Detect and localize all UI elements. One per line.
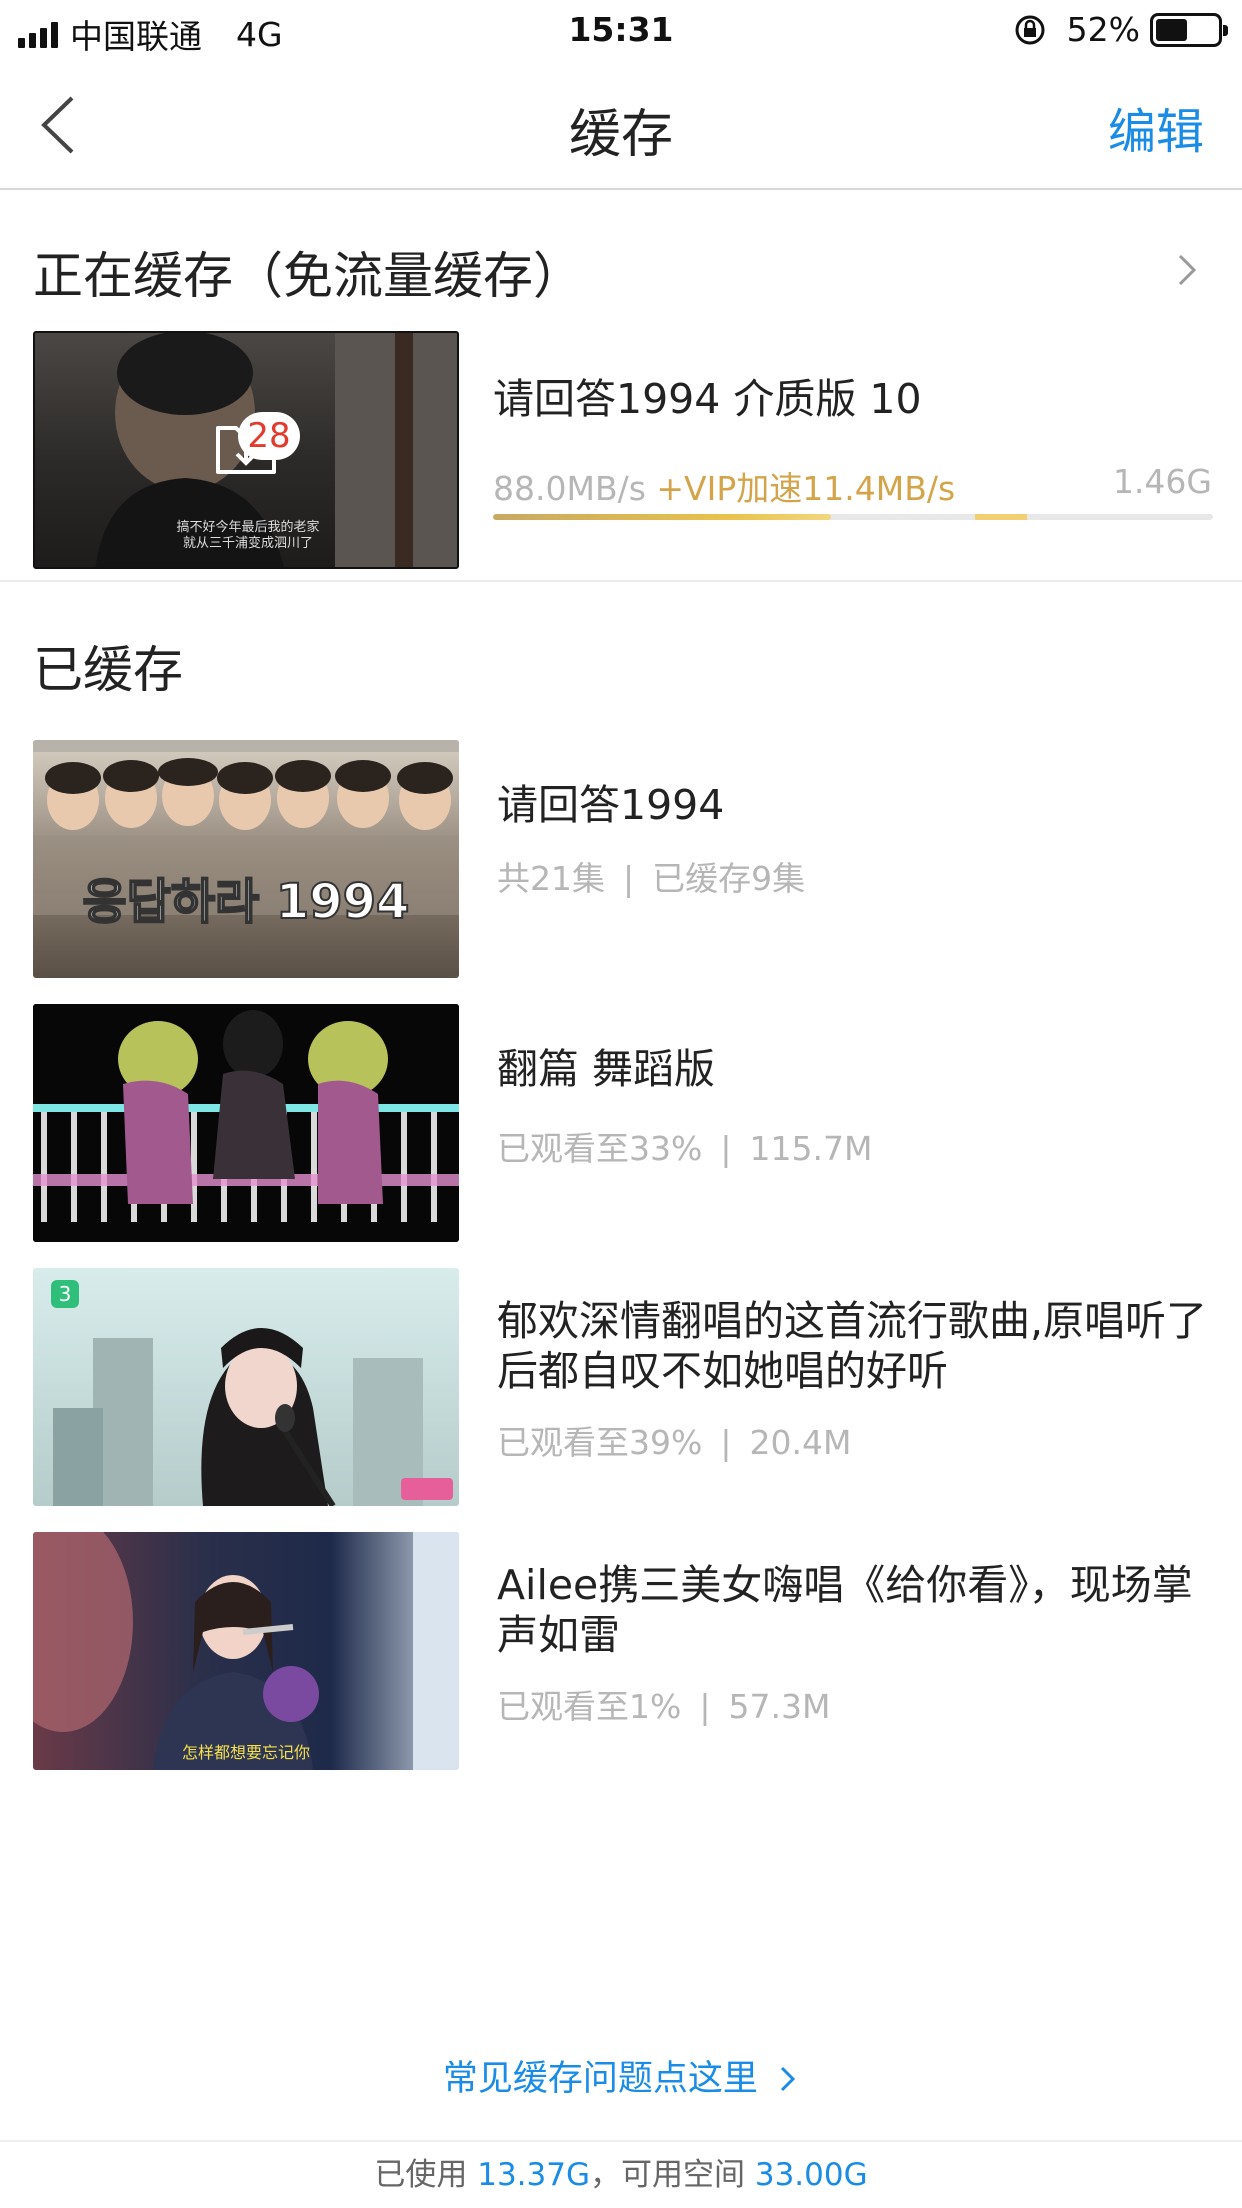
downloaded-section-title: 已缓存 <box>33 641 183 699</box>
downloaded-item-title-2[interactable]: 翻篇 舞蹈版 <box>497 1044 1217 1094</box>
meta-separator: | <box>699 1687 711 1726</box>
downloaded-item-title-4[interactable]: Ailee携三美女嗨唱《给你看》，现场掌声如雷 <box>497 1560 1217 1660</box>
brand-logo: 3 <box>59 1282 72 1306</box>
thumb-caption-1: 搞不好今年最后我的老家 <box>176 519 319 535</box>
downloaded-thumbnail-1[interactable]: 응답하라 1994 <box>33 740 459 978</box>
download-count-badge: 28 <box>238 412 300 460</box>
vip-progress-fill <box>975 514 1028 520</box>
battery-icon <box>1150 12 1228 47</box>
watch-progress: 已观看至33% <box>497 1129 703 1168</box>
chevron-right-icon <box>781 2066 796 2092</box>
meta-separator: | <box>623 859 635 898</box>
download-size: 1.46G <box>1112 462 1212 501</box>
downloaded-item-meta-2: 已观看至33% | 115.7M <box>497 1122 872 1170</box>
downloaded-thumbnail-4[interactable]: 怎样都想要忘记你 <box>33 1532 459 1770</box>
used-value: 13.37G <box>477 2157 590 2193</box>
file-size: 20.4M <box>749 1423 852 1462</box>
help-link[interactable]: 常见缓存问题点这里 <box>0 2050 1242 2101</box>
meta-separator: | <box>720 1129 732 1168</box>
download-progress-bar <box>493 514 1213 520</box>
file-size: 57.3M <box>728 1687 831 1726</box>
used-label: 已使用 <box>374 2157 468 2193</box>
thumb-1-art: 응답하라 1994 <box>33 740 459 931</box>
storage-footer: 已使用 13.37G，可用空间 33.00G <box>0 2140 1242 2208</box>
downloaded-item-meta-4: 已观看至1% | 57.3M <box>497 1680 830 1728</box>
available-label: ，可用空间 <box>590 2157 745 2193</box>
downloaded-item-title-3[interactable]: 郁欢深情翻唱的这首流行歌曲,原唱听了后都自叹不如她唱的好听 <box>497 1296 1217 1396</box>
watch-progress: 已观看至1% <box>497 1687 682 1726</box>
thumb-1-title-text: 응답하라 1994 <box>83 874 410 930</box>
thumb-3-art: 3 <box>51 1280 453 1506</box>
help-link-text: 常见缓存问题点这里 <box>442 2059 758 2099</box>
download-speed-value: 88.0MB/s <box>493 469 646 508</box>
download-speed: 88.0MB/s +VIP加速11.4MB/s <box>493 462 955 510</box>
downloading-section-title[interactable]: 正在缓存（免流量缓存） <box>33 236 583 308</box>
status-right: 52% <box>1013 10 1228 49</box>
cached-count: 已缓存9集 <box>652 859 806 898</box>
thumb-2-art <box>33 1004 459 1242</box>
downloaded-thumbnail-2[interactable] <box>33 1004 459 1242</box>
chevron-right-icon[interactable] <box>1172 250 1202 290</box>
downloaded-thumbnail-3[interactable]: 3 <box>33 1268 459 1506</box>
vip-speed: +VIP加速11.4MB/s <box>656 469 956 508</box>
file-size: 115.7M <box>749 1129 873 1168</box>
battery-percent: 52% <box>1066 10 1140 49</box>
rotation-lock-icon <box>1015 15 1045 44</box>
watch-progress: 已观看至39% <box>497 1423 703 1462</box>
status-bar: 中国联通 4G 15:31 52% <box>0 0 1242 62</box>
downloaded-item-meta-3: 已观看至39% | 20.4M <box>497 1416 851 1464</box>
section-divider <box>0 580 1242 582</box>
available-value: 33.00G <box>754 2157 868 2193</box>
downloaded-item-title-1[interactable]: 请回答1994 <box>497 780 1217 830</box>
episode-count: 共21集 <box>497 859 605 898</box>
page-title: 缓存 <box>568 105 673 165</box>
thumb-caption-2: 就从三千浦变成泗川了 <box>183 535 313 551</box>
thumb-4-caption: 怎样都想要忘记你 <box>182 1743 310 1762</box>
downloaded-item-meta-1: 共21集 | 已缓存9集 <box>497 852 805 900</box>
downloading-item-title[interactable]: 请回答1994 介质版 10 <box>493 374 1213 424</box>
edit-button[interactable]: 编辑 <box>1108 92 1204 162</box>
download-progress-fill <box>493 514 832 520</box>
nav-bar: 缓存 编辑 <box>0 62 1242 190</box>
meta-separator: | <box>720 1423 732 1462</box>
thumb-4-art: 怎样都想要忘记你 <box>33 1532 459 1770</box>
